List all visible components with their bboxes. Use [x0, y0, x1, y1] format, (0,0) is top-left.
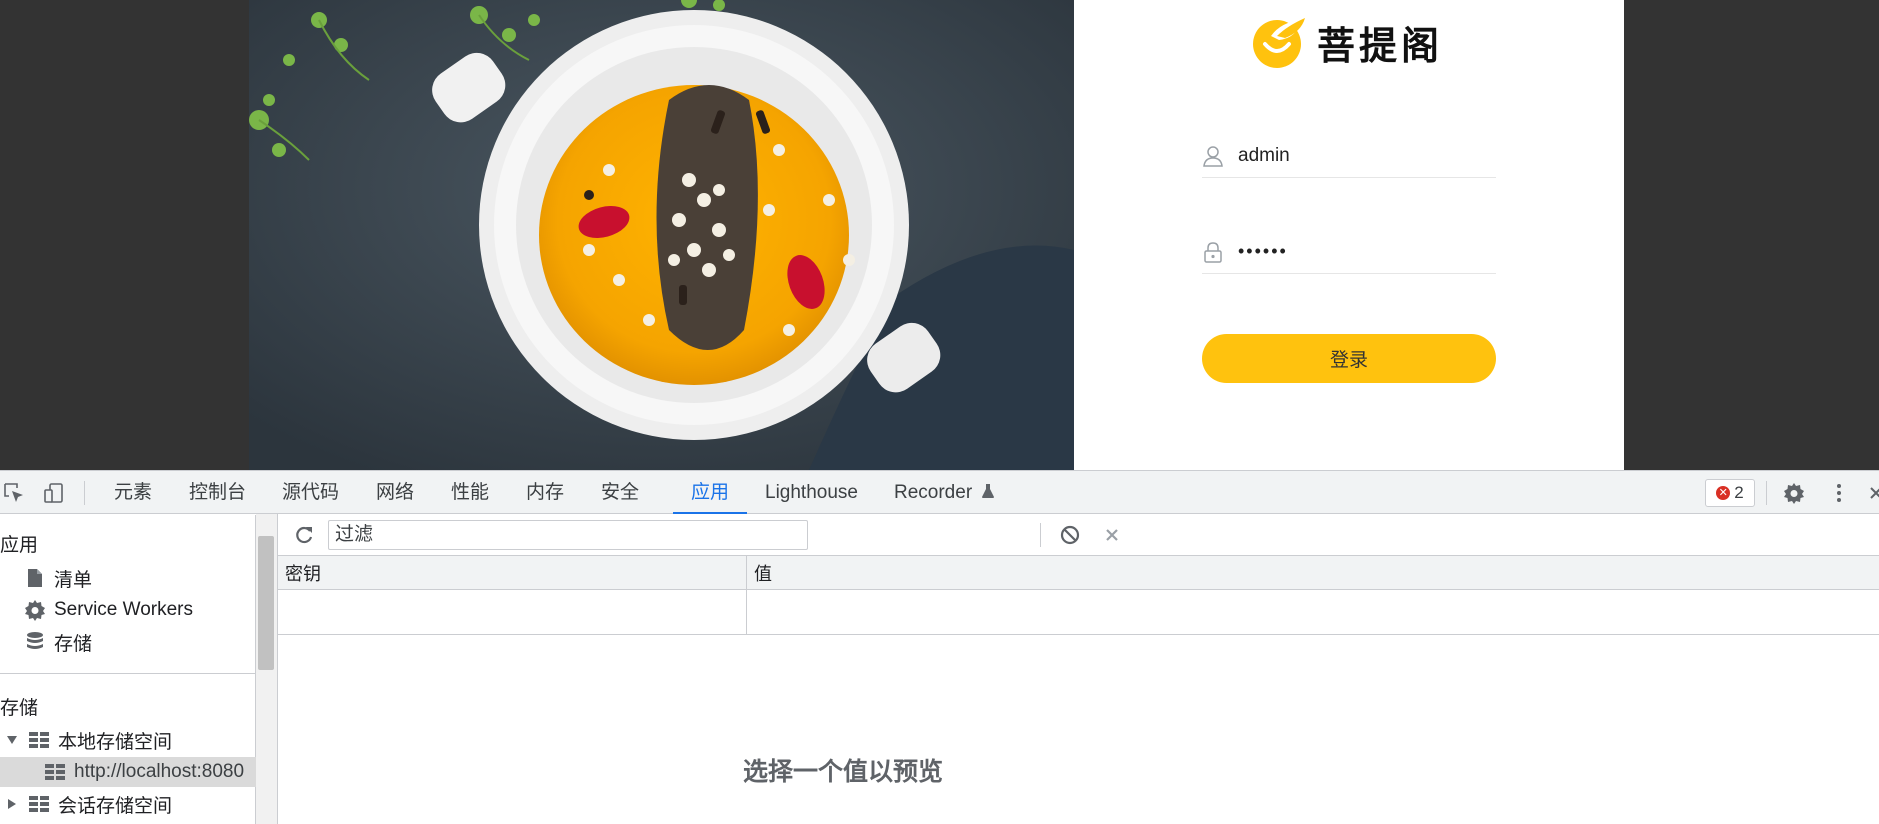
inspect-element-icon[interactable] — [2, 481, 26, 505]
sidebar-item-manifest[interactable]: 清单 — [0, 563, 256, 593]
soup-bowl-illustration — [249, 0, 1074, 470]
food-photo — [249, 0, 1074, 470]
tab-lighthouse[interactable]: Lighthouse — [763, 471, 860, 514]
sidebar-item-label: http://localhost:8080 — [74, 761, 245, 782]
username-value[interactable]: admin — [1238, 145, 1290, 167]
page-viewport: 菩提阁 admin •••••• 登录 — [0, 0, 1879, 470]
username-field[interactable]: admin — [1202, 134, 1496, 178]
user-icon — [1202, 145, 1224, 167]
sidebar-item-label: 本地存储空间 — [58, 731, 173, 753]
filter-input[interactable] — [328, 520, 808, 550]
file-icon — [24, 567, 46, 589]
storage-table: 密钥 值 — [278, 556, 1879, 635]
tab-network[interactable]: 网络 — [374, 471, 416, 514]
device-toolbar-icon[interactable] — [42, 481, 66, 505]
column-header-value[interactable]: 值 — [747, 556, 1879, 589]
tab-recorder-label: Recorder — [894, 482, 973, 503]
password-value[interactable]: •••••• — [1238, 241, 1288, 262]
tab-sources[interactable]: 源代码 — [280, 471, 341, 514]
table-header: 密钥 值 — [278, 556, 1879, 590]
lock-icon — [1202, 241, 1224, 263]
login-button[interactable]: 登录 — [1202, 334, 1496, 383]
tab-console[interactable]: 控制台 — [187, 471, 248, 514]
tab-performance[interactable]: 性能 — [449, 471, 491, 514]
sidebar-item-localhost-origin[interactable]: http://localhost:8080 — [0, 757, 256, 787]
grid-icon — [28, 793, 50, 815]
sidebar-scroll-thumb[interactable] — [258, 536, 274, 670]
column-header-key[interactable]: 密钥 — [278, 556, 747, 589]
flask-icon — [982, 484, 995, 498]
tab-memory[interactable]: 内存 — [524, 471, 566, 514]
grid-icon — [28, 729, 50, 751]
sidebar-item-label: Service Workers — [54, 599, 194, 620]
delete-selected-icon[interactable] — [1100, 523, 1124, 547]
expand-down-icon[interactable] — [6, 734, 18, 746]
tab-security[interactable]: 安全 — [599, 471, 641, 514]
toolbar-divider — [1766, 481, 1767, 505]
password-field[interactable]: •••••• — [1202, 230, 1496, 274]
toolbar-divider — [1040, 523, 1041, 547]
brand: 菩提阁 — [1251, 14, 1443, 70]
error-count-badge[interactable]: ✕ 2 — [1705, 479, 1755, 507]
table-cell-value[interactable] — [747, 590, 1879, 634]
table-cell-key[interactable] — [278, 590, 747, 634]
devtools-tabbar: 元素 控制台 源代码 网络 性能 内存 安全 应用 Lighthouse Rec… — [0, 471, 1879, 514]
brand-logo-icon — [1253, 18, 1305, 68]
sidebar-item-local-storage[interactable]: 本地存储空间 — [0, 725, 256, 755]
error-icon: ✕ — [1716, 486, 1731, 500]
close-devtools-icon[interactable] — [1864, 481, 1879, 505]
tab-recorder[interactable]: Recorder — [892, 471, 997, 514]
sidebar-item-label: 会话存储空间 — [58, 795, 173, 817]
error-count: 2 — [1734, 483, 1744, 502]
table-row[interactable] — [278, 590, 1879, 635]
sidebar-section-storage: 存储 — [0, 698, 39, 719]
toolbar-divider — [84, 481, 85, 505]
clear-all-icon[interactable] — [1058, 523, 1082, 547]
sidebar-item-storage-overview[interactable]: 存储 — [0, 627, 256, 657]
sidebar-item-label: 存储 — [54, 633, 93, 655]
expand-right-icon[interactable] — [6, 798, 18, 810]
grid-icon — [44, 761, 66, 783]
storage-toolbar — [278, 514, 1879, 556]
sidebar-section-application: 应用 — [0, 535, 39, 556]
gear-icon — [24, 599, 46, 621]
tab-application[interactable]: 应用 — [672, 471, 748, 514]
brand-name: 菩提阁 — [1317, 22, 1444, 68]
sidebar-item-service-workers[interactable]: Service Workers — [0, 595, 256, 625]
tab-elements[interactable]: 元素 — [112, 471, 154, 514]
more-options-icon[interactable] — [1827, 481, 1851, 505]
database-icon — [24, 631, 46, 653]
refresh-icon[interactable] — [292, 523, 316, 547]
sidebar-item-session-storage[interactable]: 会话存储空间 — [0, 789, 256, 819]
sidebar-divider — [0, 673, 256, 674]
gear-icon[interactable] — [1782, 481, 1806, 505]
preview-placeholder: 选择一个值以预览 — [742, 758, 943, 786]
login-panel: 菩提阁 admin •••••• 登录 — [1074, 0, 1624, 470]
sidebar-item-label: 清单 — [54, 569, 93, 591]
